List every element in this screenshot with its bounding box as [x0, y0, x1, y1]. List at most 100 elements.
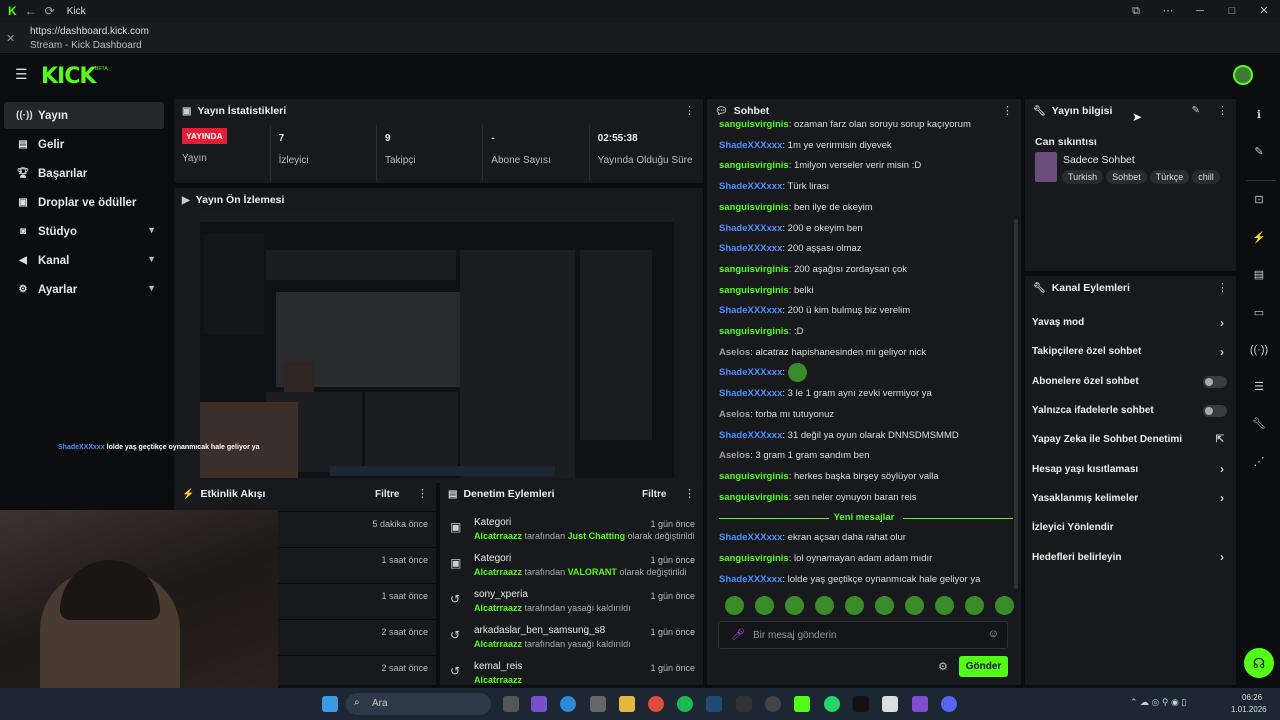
emote-icon[interactable] — [875, 596, 894, 616]
sidebar-item-studyo[interactable]: ◙ Stüdyo ▼ — [4, 218, 164, 245]
reload-icon[interactable]: ⟳ — [45, 4, 55, 18]
sidebar-item-yayin[interactable]: ((·)) Yayın — [4, 102, 164, 129]
app-icon[interactable] — [736, 696, 752, 712]
chrome-icon[interactable] — [648, 696, 664, 712]
chat-username[interactable]: sanguisvirginis — [719, 553, 789, 564]
broadcast-icon[interactable]: ((·)) — [1249, 340, 1269, 360]
more-options-icon[interactable]: ⋮ — [684, 487, 695, 500]
filter-button[interactable]: Filtre — [642, 489, 666, 500]
list-icon[interactable]: ☰ — [1249, 377, 1269, 397]
chat-username[interactable]: Aselos — [719, 450, 750, 461]
edit-icon[interactable]: ✎ — [1192, 105, 1200, 116]
address-bar[interactable]: ✕ https://dashboard.kick.com Stream - Ki… — [0, 22, 1280, 54]
chat-username[interactable]: Aselos — [719, 347, 750, 358]
chat-settings-icon[interactable]: ⚙ — [938, 660, 948, 673]
mod-user[interactable]: Alcatrraazz — [474, 603, 522, 613]
emote-icon[interactable] — [845, 596, 864, 616]
chat-username[interactable]: sanguisvirginis — [719, 264, 789, 275]
chat-username[interactable]: ShadeXXXxxx — [719, 367, 782, 378]
wrench-icon[interactable]: 🔧︎ — [1249, 414, 1269, 434]
document-icon[interactable]: ▤ — [1249, 265, 1269, 285]
chat-username[interactable]: ShadeXXXxxx — [719, 388, 782, 399]
pencil-icon[interactable]: ✎ — [1249, 142, 1269, 162]
sidebar-item-kanal[interactable]: ◀ Kanal ▼ — [4, 247, 164, 274]
app-icon[interactable] — [912, 696, 928, 712]
help-support-icon[interactable]: ☊ — [1244, 648, 1274, 678]
filter-button[interactable]: Filtre — [375, 489, 399, 500]
chat-username[interactable]: ShadeXXXxxx — [719, 532, 782, 543]
more-options-icon[interactable]: ⋮ — [1002, 104, 1013, 117]
discord-icon[interactable] — [941, 696, 957, 712]
capture-icon[interactable]: ⊡ — [1249, 190, 1269, 210]
emoji-icon[interactable]: ☺ — [988, 628, 999, 640]
connections-icon[interactable]: ⋰ — [1249, 452, 1269, 472]
chat-username[interactable]: sanguisvirginis — [719, 119, 789, 130]
app-icon[interactable] — [853, 696, 869, 712]
stream-preview-video[interactable] — [200, 212, 674, 478]
sidebar-item-droplar[interactable]: ▣ Droplar ve ödüller — [4, 189, 164, 216]
emote-icon[interactable] — [755, 596, 774, 616]
emote-icon[interactable] — [965, 596, 984, 616]
mod-user[interactable]: Alcatrraazz — [474, 567, 522, 577]
action-account-age[interactable]: Hesap yaşı kısıtlaması › — [1025, 454, 1236, 483]
more-options-icon[interactable]: ⋮ — [1217, 281, 1228, 294]
chat-username[interactable]: ShadeXXXxxx — [719, 181, 782, 192]
emote-icon[interactable] — [785, 596, 804, 616]
emote-icon[interactable] — [935, 596, 954, 616]
emote-icon[interactable] — [905, 596, 924, 616]
hamburger-icon[interactable]: ☰ — [15, 66, 28, 83]
chat-username[interactable]: Aselos — [719, 409, 750, 420]
action-raid[interactable]: İzleyici Yönlendir — [1025, 513, 1236, 542]
emote-icon[interactable] — [725, 596, 744, 616]
chat-username[interactable]: sanguisvirginis — [719, 160, 789, 171]
emote-icon[interactable] — [815, 596, 834, 616]
info-icon[interactable]: ℹ — [1249, 105, 1269, 125]
whatsapp-icon[interactable] — [824, 696, 840, 712]
avatar[interactable] — [1233, 65, 1253, 85]
chat-username[interactable]: sanguisvirginis — [719, 471, 789, 482]
taskbar-search[interactable]: ⌕ Ara — [346, 693, 491, 715]
emotes-only-toggle[interactable] — [1203, 404, 1227, 417]
obs-icon[interactable] — [765, 696, 781, 712]
sidebar-item-ayarlar[interactable]: ⚙ Ayarlar ▼ — [4, 276, 164, 303]
back-icon[interactable]: ← — [25, 4, 37, 18]
chat-username[interactable]: ShadeXXXxxx — [719, 243, 782, 254]
steam-icon[interactable] — [706, 696, 722, 712]
close-button[interactable]: ✕ — [1248, 0, 1280, 22]
edge-icon[interactable] — [560, 696, 576, 712]
chat-icon[interactable]: ▭ — [1249, 303, 1269, 323]
chat-message-list[interactable]: sanguisvirginis: ozaman farz olan soruyu… — [707, 115, 1021, 508]
chat-username[interactable]: ShadeXXXxxx — [719, 223, 782, 234]
spotify-icon[interactable] — [677, 696, 693, 712]
bolt-icon[interactable]: ⚡ — [1249, 228, 1269, 248]
mod-user[interactable]: Alcatrraazz — [474, 639, 522, 649]
more-options-icon[interactable]: ⋮ — [417, 487, 428, 500]
more-options-icon[interactable]: ⋮ — [1217, 104, 1228, 117]
chat-scrollbar[interactable] — [1014, 219, 1018, 589]
folder-icon[interactable] — [619, 696, 635, 712]
chat-username[interactable]: sanguisvirginis — [719, 285, 789, 296]
chat-username[interactable]: ShadeXXXxxx — [719, 140, 782, 151]
send-button[interactable]: Gönder — [959, 656, 1008, 677]
action-ai-moderation[interactable]: Yapay Zeka ile Sohbet Denetimi ⇱ — [1025, 425, 1236, 454]
chat-input[interactable]: 🎤︎ Bir mesaj gönderin ☺ — [718, 621, 1008, 649]
chat-username[interactable]: ShadeXXXxxx — [719, 305, 782, 316]
maximize-button[interactable]: □ — [1216, 0, 1248, 22]
close-icon[interactable]: ✕ — [6, 32, 15, 45]
action-goals[interactable]: Hedefleri belirleyin › — [1025, 542, 1236, 571]
chat-username[interactable]: sanguisvirginis — [719, 492, 789, 503]
microphone-icon[interactable]: 🎤︎ — [731, 628, 745, 641]
action-banned-words[interactable]: Yasaklanmış kelimeler › — [1025, 484, 1236, 513]
sidebar-item-basarilar[interactable]: 🏆︎ Başarılar — [4, 160, 164, 187]
sidebar-item-gelir[interactable]: ▤ Gelir — [4, 131, 164, 158]
store-icon[interactable] — [590, 696, 606, 712]
more-icon[interactable]: ⋯ — [1152, 0, 1184, 22]
action-followers-only[interactable]: Takipçilere özel sohbet › — [1025, 337, 1236, 366]
subscribers-only-toggle[interactable] — [1203, 375, 1227, 388]
category-name[interactable]: Sadece Sohbet — [1063, 154, 1135, 166]
chat-username[interactable]: ShadeXXXxxx — [719, 574, 782, 585]
app-icon[interactable] — [882, 696, 898, 712]
more-options-icon[interactable]: ⋮ — [684, 104, 695, 117]
mod-user[interactable]: Alcatrraazz — [474, 675, 522, 685]
app-icon[interactable] — [531, 696, 547, 712]
